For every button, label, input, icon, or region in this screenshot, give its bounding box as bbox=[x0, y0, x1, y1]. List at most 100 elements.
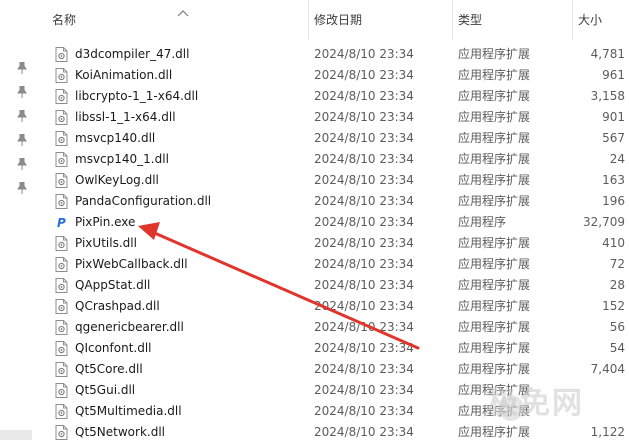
file-name[interactable]: PixWebCallback.dll bbox=[75, 254, 188, 275]
file-date-modified: 2024/8/10 23:34 bbox=[314, 194, 414, 208]
file-row[interactable]: libcrypto-1_1-x64.dll 2024/8/10 23:34 应用程序… bbox=[38, 86, 629, 107]
dll-file-icon bbox=[55, 110, 68, 125]
pin-icon[interactable] bbox=[17, 110, 27, 122]
file-row[interactable]: PixWebCallback.dll 2024/8/10 23:34 应用程序扩展 7… bbox=[38, 254, 629, 275]
file-name[interactable]: PixUtils.dll bbox=[75, 233, 137, 254]
pixpin-app-icon: P bbox=[57, 216, 66, 230]
column-name[interactable]: 名称 bbox=[46, 0, 308, 40]
file-date-modified: 2024/8/10 23:34 bbox=[314, 278, 414, 292]
file-name[interactable]: libcrypto-1_1-x64.dll bbox=[75, 86, 198, 107]
file-type: 应用程序扩展 bbox=[458, 362, 531, 376]
file-type: 应用程序扩展 bbox=[458, 89, 531, 103]
file-row[interactable]: Qt5Network.dll 2024/8/10 23:34 应用程序扩展 1,122 bbox=[38, 422, 629, 440]
pin-icon[interactable] bbox=[17, 158, 27, 170]
pin-icon[interactable] bbox=[17, 62, 27, 74]
dll-file-icon bbox=[55, 152, 68, 167]
file-date-modified: 2024/8/10 23:34 bbox=[314, 152, 414, 166]
file-type: 应用程序扩展 bbox=[458, 257, 531, 271]
file-size: 3,158 bbox=[590, 89, 625, 103]
file-row[interactable]: QAppStat.dll 2024/8/10 23:34 应用程序扩展 28 bbox=[38, 275, 629, 296]
file-size: 961 bbox=[602, 68, 625, 82]
file-row[interactable]: libssl-1_1-x64.dll 2024/8/10 23:34 应用程序扩展 9… bbox=[38, 107, 629, 128]
file-type: 应用程序扩展 bbox=[458, 110, 531, 124]
file-name[interactable]: msvcp140.dll bbox=[75, 128, 155, 149]
file-type: 应用程序扩展 bbox=[458, 47, 531, 61]
file-row[interactable]: QIconfont.dll 2024/8/10 23:34 应用程序扩展 54 bbox=[38, 338, 629, 359]
file-size: 72 bbox=[609, 257, 625, 271]
file-date-modified: 2024/8/10 23:34 bbox=[314, 425, 414, 439]
file-type: 应用程序扩展 bbox=[458, 425, 531, 439]
file-size: 567 bbox=[602, 131, 625, 145]
file-name[interactable]: Qt5Network.dll bbox=[75, 422, 165, 440]
file-row[interactable]: OwlKeyLog.dll 2024/8/10 23:34 应用程序扩展 163 bbox=[38, 170, 629, 191]
dll-file-icon bbox=[55, 89, 68, 104]
navigation-pane bbox=[0, 0, 38, 440]
file-date-modified: 2024/8/10 23:34 bbox=[314, 341, 414, 355]
file-size: 56 bbox=[609, 320, 625, 334]
file-name[interactable]: QIconfont.dll bbox=[75, 338, 152, 359]
file-row[interactable]: QCrashpad.dll 2024/8/10 23:34 应用程序扩展 152 bbox=[38, 296, 629, 317]
nav-pane-scroll-edge bbox=[0, 430, 32, 440]
watermark-text: 极免网 bbox=[488, 386, 584, 421]
column-type[interactable]: 类型 bbox=[452, 0, 572, 40]
file-date-modified: 2024/8/10 23:34 bbox=[314, 89, 414, 103]
file-size: 410 bbox=[602, 236, 625, 250]
file-size: 4,781 bbox=[590, 47, 625, 61]
file-row[interactable]: PixUtils.dll 2024/8/10 23:34 应用程序扩展 410 bbox=[38, 233, 629, 254]
file-type: 应用程序扩展 bbox=[458, 278, 531, 292]
file-row[interactable]: P PixPin.exe 2024/8/10 23:34 应用程序 32,709 bbox=[38, 212, 629, 233]
file-name[interactable]: Qt5Multimedia.dll bbox=[75, 401, 182, 422]
dll-file-icon bbox=[55, 425, 68, 440]
file-type: 应用程序扩展 bbox=[458, 173, 531, 187]
file-name[interactable]: QCrashpad.dll bbox=[75, 296, 160, 317]
file-row[interactable]: PandaConfiguration.dll 2024/8/10 23:34 应用程… bbox=[38, 191, 629, 212]
file-row[interactable]: KoiAnimation.dll 2024/8/10 23:34 应用程序扩展 961 bbox=[38, 65, 629, 86]
file-name[interactable]: qgenericbearer.dll bbox=[75, 317, 184, 338]
dll-file-icon bbox=[55, 173, 68, 188]
file-size: 901 bbox=[602, 110, 625, 124]
file-row[interactable]: d3dcompiler_47.dll 2024/8/10 23:34 应用程序扩展 4… bbox=[38, 44, 629, 65]
file-name[interactable]: msvcp140_1.dll bbox=[75, 149, 169, 170]
pin-icon[interactable] bbox=[17, 86, 27, 98]
file-size: 7,404 bbox=[590, 362, 625, 376]
file-name[interactable]: KoiAnimation.dll bbox=[75, 65, 172, 86]
file-size: 196 bbox=[602, 194, 625, 208]
column-date-modified[interactable]: 修改日期 bbox=[308, 0, 452, 40]
file-type: 应用程序扩展 bbox=[458, 320, 531, 334]
file-date-modified: 2024/8/10 23:34 bbox=[314, 173, 414, 187]
file-date-modified: 2024/8/10 23:34 bbox=[314, 383, 414, 397]
dll-file-icon bbox=[55, 341, 68, 356]
file-name[interactable]: libssl-1_1-x64.dll bbox=[75, 107, 176, 128]
dll-file-icon bbox=[55, 404, 68, 419]
pin-icon[interactable] bbox=[17, 182, 27, 194]
dll-file-icon bbox=[55, 362, 68, 377]
file-row[interactable]: msvcp140.dll 2024/8/10 23:34 应用程序扩展 567 bbox=[38, 128, 629, 149]
column-size[interactable]: 大小 bbox=[572, 0, 629, 40]
file-date-modified: 2024/8/10 23:34 bbox=[314, 299, 414, 313]
file-size: 1,122 bbox=[590, 425, 625, 439]
file-size: 163 bbox=[602, 173, 625, 187]
file-name[interactable]: PandaConfiguration.dll bbox=[75, 191, 211, 212]
file-type: 应用程序 bbox=[458, 215, 507, 229]
file-date-modified: 2024/8/10 23:34 bbox=[314, 236, 414, 250]
file-row[interactable]: qgenericbearer.dll 2024/8/10 23:34 应用程序扩展 5… bbox=[38, 317, 629, 338]
dll-file-icon bbox=[55, 47, 68, 62]
file-name[interactable]: Qt5Core.dll bbox=[75, 359, 143, 380]
file-date-modified: 2024/8/10 23:34 bbox=[314, 47, 414, 61]
file-name[interactable]: OwlKeyLog.dll bbox=[75, 170, 159, 191]
file-size: 28 bbox=[609, 278, 625, 292]
file-type: 应用程序扩展 bbox=[458, 341, 531, 355]
file-size: 152 bbox=[602, 299, 625, 313]
dll-file-icon bbox=[55, 299, 68, 314]
svg-text:P: P bbox=[57, 216, 66, 230]
file-row[interactable]: msvcp140_1.dll 2024/8/10 23:34 应用程序扩展 24 bbox=[38, 149, 629, 170]
file-name[interactable]: QAppStat.dll bbox=[75, 275, 150, 296]
file-row[interactable]: Qt5Core.dll 2024/8/10 23:34 应用程序扩展 7,404 bbox=[38, 359, 629, 380]
dll-file-icon bbox=[55, 278, 68, 293]
file-name[interactable]: PixPin.exe bbox=[75, 212, 135, 233]
file-name[interactable]: Qt5Gui.dll bbox=[75, 380, 135, 401]
pin-icon[interactable] bbox=[17, 134, 27, 146]
file-date-modified: 2024/8/10 23:34 bbox=[314, 131, 414, 145]
dll-file-icon bbox=[55, 131, 68, 146]
file-name[interactable]: d3dcompiler_47.dll bbox=[75, 44, 189, 65]
